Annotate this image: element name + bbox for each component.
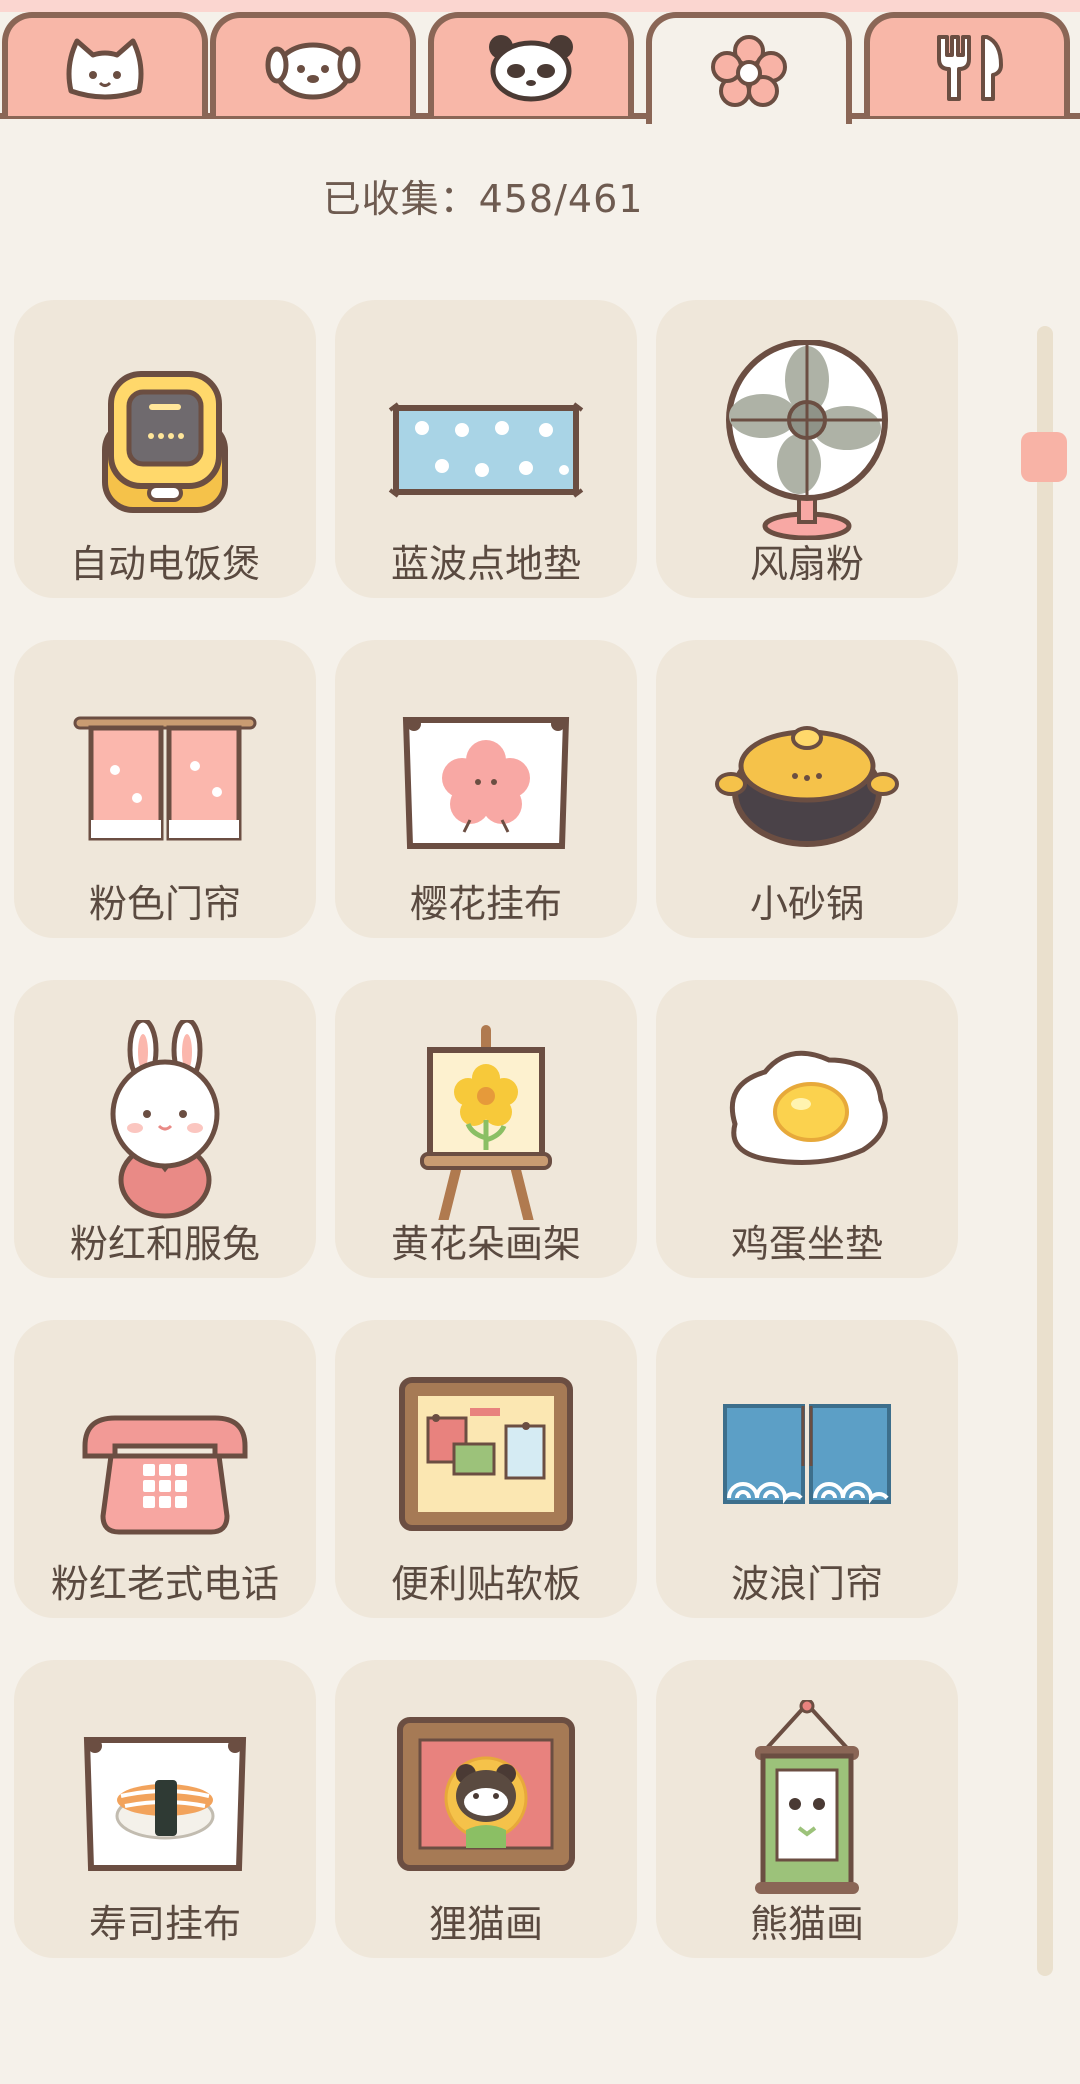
sakura-tapestry-icon (402, 717, 570, 849)
item-label: 自动电饭煲 (69, 542, 260, 586)
pink-phone-icon (82, 1415, 248, 1535)
item-card[interactable]: 粉红老式电话 (14, 1320, 316, 1618)
item-card[interactable]: 熊猫画 (656, 1660, 958, 1958)
item-label: 蓝波点地垫 (390, 542, 581, 586)
item-card[interactable]: 狸猫画 (335, 1660, 637, 1958)
item-label: 黄花朵画架 (390, 1222, 581, 1266)
item-label: 狸猫画 (428, 1902, 543, 1946)
item-card[interactable]: 黄花朵画架 (335, 980, 637, 1278)
item-label: 鸡蛋坐垫 (730, 1222, 883, 1266)
scrollbar-track[interactable] (1037, 326, 1053, 1976)
item-card[interactable]: 寿司挂布 (14, 1660, 316, 1958)
item-card[interactable]: 粉色门帘 (14, 640, 316, 938)
rice-cooker-icon (102, 371, 228, 513)
tab-pandas[interactable] (428, 12, 634, 116)
fork-spoon-icon (937, 35, 1003, 101)
item-label: 粉色门帘 (88, 882, 241, 926)
tab-decor[interactable] (646, 12, 852, 124)
egg-cushion-icon (729, 1050, 888, 1165)
item-label: 风扇粉 (749, 542, 864, 586)
item-card[interactable]: 自动电饭煲 (14, 300, 316, 598)
item-card[interactable]: 樱花挂布 (335, 640, 637, 938)
category-tab-bar (0, 0, 1080, 124)
item-card[interactable]: 鸡蛋坐垫 (656, 980, 958, 1278)
panda-face-icon (489, 35, 573, 102)
clay-pot-icon (715, 726, 899, 847)
item-label: 波浪门帘 (730, 1562, 883, 1606)
item-card[interactable]: 风扇粉 (656, 300, 958, 598)
dog-face-icon (265, 42, 361, 100)
blue-dot-rug-icon (388, 402, 584, 498)
corkboard-icon (399, 1377, 573, 1531)
tab-food[interactable] (864, 12, 1070, 116)
wave-curtain-icon (723, 1404, 891, 1504)
scrollbar-thumb[interactable] (1021, 432, 1067, 482)
pink-curtain-icon (73, 716, 257, 841)
cat-face-icon (66, 38, 144, 100)
collection-counter: 已收集：458/461 (322, 177, 644, 221)
item-label: 粉红和服兔 (69, 1222, 260, 1266)
kimono-rabbit-icon (110, 1020, 220, 1219)
tab-dogs[interactable] (210, 12, 416, 116)
item-label: 樱花挂布 (409, 882, 562, 926)
item-card[interactable]: 小砂锅 (656, 640, 958, 938)
item-label: 粉红老式电话 (50, 1562, 279, 1606)
panda-scroll-icon (755, 1700, 859, 1894)
item-card[interactable]: 粉红和服兔 (14, 980, 316, 1278)
item-label: 小砂锅 (749, 882, 864, 926)
flower-icon (711, 35, 787, 107)
sushi-tapestry-icon (83, 1737, 247, 1871)
item-label: 寿司挂布 (88, 1902, 241, 1946)
item-card[interactable]: 便利贴软板 (335, 1320, 637, 1618)
tanuki-painting-icon (397, 1717, 575, 1871)
tab-cats[interactable] (2, 12, 208, 116)
pink-fan-icon (726, 340, 888, 540)
item-card[interactable]: 波浪门帘 (656, 1320, 958, 1618)
item-label: 便利贴软板 (390, 1562, 581, 1606)
item-label: 熊猫画 (749, 1902, 864, 1946)
flower-easel-icon (420, 1025, 552, 1220)
item-card[interactable]: 蓝波点地垫 (335, 300, 637, 598)
